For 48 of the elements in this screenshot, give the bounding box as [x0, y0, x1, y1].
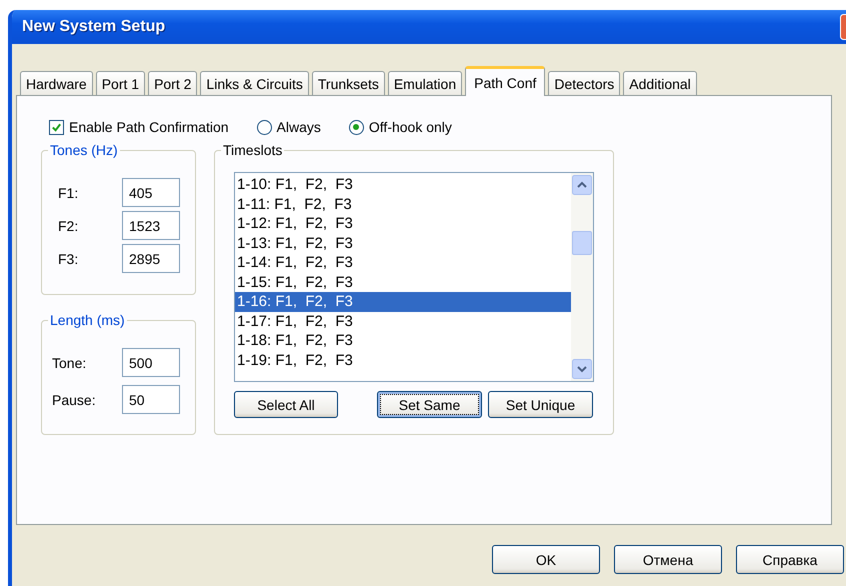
- list-action-button[interactable]: Set Unique: [488, 391, 593, 418]
- dialog-button[interactable]: OK: [492, 545, 600, 574]
- input-field[interactable]: 50: [122, 385, 180, 414]
- field-label: F2:: [58, 218, 80, 234]
- list-item[interactable]: 1-15: F1, F2, F3: [235, 272, 571, 292]
- input-field[interactable]: 500: [122, 348, 180, 377]
- list-item[interactable]: 1-18: F1, F2, F3: [235, 331, 571, 350]
- radio-dot-icon: [353, 124, 360, 130]
- tab[interactable]: Port 2: [148, 71, 198, 95]
- field-label: F3:: [58, 250, 80, 266]
- list-item[interactable]: 1-14: F1, F2, F3: [235, 253, 571, 272]
- group-title: Length (ms): [48, 312, 127, 328]
- input-field[interactable]: 405: [122, 178, 180, 207]
- tab[interactable]: Path Conf: [465, 66, 546, 96]
- list-item[interactable]: 1-13: F1, F2, F3: [235, 234, 571, 253]
- input-field[interactable]: 2895: [122, 244, 180, 273]
- field-label: Pause:: [52, 392, 97, 408]
- scroll-up-icon[interactable]: [572, 175, 592, 195]
- list-item[interactable]: 1-19: F1, F2, F3: [235, 350, 571, 370]
- field-label: F1:: [58, 184, 80, 200]
- tab[interactable]: Detectors: [548, 71, 620, 95]
- list-item[interactable]: 1-11: F1, F2, F3: [235, 194, 571, 214]
- scrollbar[interactable]: [571, 173, 593, 381]
- input-field[interactable]: 1523: [122, 211, 180, 240]
- list-item[interactable]: 1-10: F1, F2, F3: [235, 175, 571, 194]
- field-label: Tone:: [52, 354, 88, 370]
- scroll-down-icon[interactable]: [572, 359, 592, 379]
- group-title: Tones (Hz): [48, 142, 120, 158]
- tab[interactable]: Trunksets: [312, 71, 385, 95]
- radio-option[interactable]: Off-hook only: [348, 119, 452, 135]
- tab[interactable]: Port 1: [96, 71, 146, 95]
- enable-checkbox[interactable]: Enable Path Confirmation: [49, 119, 229, 135]
- check-mark-icon: [51, 122, 62, 132]
- scroll-thumb[interactable]: [572, 231, 592, 255]
- dialog-button[interactable]: Отмена: [614, 545, 722, 574]
- list-action-button[interactable]: Select All: [234, 391, 338, 418]
- window-title: New System Setup: [22, 18, 166, 36]
- tab[interactable]: Links & Circuits: [200, 71, 309, 95]
- list-action-button[interactable]: Set Same: [377, 391, 482, 418]
- tab[interactable]: Additional: [623, 71, 697, 95]
- tab[interactable]: Emulation: [388, 71, 462, 95]
- radio-option[interactable]: Always: [256, 119, 321, 135]
- tab[interactable]: Hardware: [20, 71, 93, 95]
- group-title: Timeslots: [221, 142, 284, 158]
- list-item[interactable]: 1-16: F1, F2, F3: [235, 292, 571, 312]
- list-item[interactable]: 1-12: F1, F2, F3: [235, 214, 571, 234]
- dialog-button[interactable]: Справка: [736, 545, 844, 574]
- list-item[interactable]: 1-17: F1, F2, F3: [235, 312, 571, 331]
